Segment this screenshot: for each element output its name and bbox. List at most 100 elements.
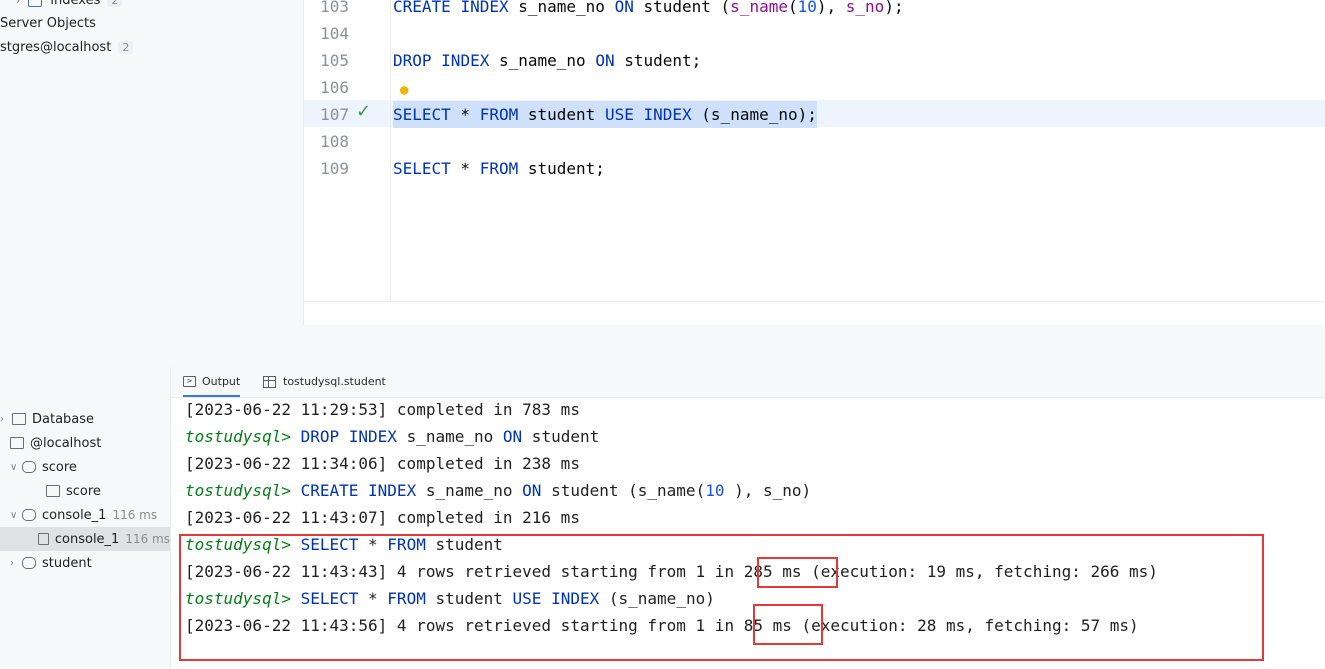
sql-editor[interactable]: 103 CREATE INDEX s_name_no ON student (s_… <box>304 0 1325 302</box>
session-icon <box>22 461 36 473</box>
editor-line[interactable]: 104 <box>304 20 1325 47</box>
keyword-token: DROP <box>300 427 340 446</box>
code-token: * <box>450 159 480 178</box>
code-token: student; <box>518 159 605 178</box>
services-tree-node[interactable]: score <box>0 479 170 503</box>
keyword-token: INDEX <box>348 427 397 446</box>
code-token: student (s_name( <box>541 481 706 500</box>
tree-node-label: console_1 <box>54 531 120 547</box>
terminal-icon: > <box>183 375 196 387</box>
console-command-line: tostudysql> DROP INDEX s_name_no ON stud… <box>185 425 599 449</box>
tab-table-student[interactable]: tostudysql.student <box>263 367 386 396</box>
code-text: SELECT * FROM student USE INDEX (s_name_… <box>393 101 817 128</box>
editor-line[interactable]: 108 <box>304 128 1325 155</box>
services-tree-node[interactable]: ∨ console_1 116 ms <box>0 503 170 527</box>
tab-output[interactable]: > Output <box>183 367 241 397</box>
tree-node-server-objects[interactable]: Server Objects <box>0 16 96 31</box>
output-console[interactable]: [2023-06-22 11:29:53] completed in 783 m… <box>171 398 1325 669</box>
execution-time: 116 ms <box>112 508 158 522</box>
num-token: 10 <box>797 0 817 16</box>
keyword-token: ON <box>522 481 542 500</box>
code-token: ), <box>816 0 846 16</box>
code-token: s_name_no <box>416 481 523 500</box>
highlight-box-85ms <box>753 604 823 645</box>
services-tree-node[interactable]: › student <box>0 551 170 575</box>
keyword-token: INDEX <box>368 481 417 500</box>
keyword-token: FROM <box>479 105 519 124</box>
code-token: student <box>518 105 605 124</box>
keyword-token: USE <box>604 105 634 124</box>
services-tree-node[interactable]: ∨ score <box>0 455 170 479</box>
editor-line[interactable]: 103 CREATE INDEX s_name_no ON student (s_… <box>304 0 1325 20</box>
editor-line[interactable]: 107 SELECT * FROM student USE INDEX (s_na… <box>304 101 1325 128</box>
code-token: student ( <box>633 0 731 16</box>
line-number: 105 <box>320 51 349 70</box>
editor-line[interactable]: 106 <box>304 74 1325 101</box>
keyword-token: FROM <box>479 159 519 178</box>
folder-icon <box>28 0 43 7</box>
services-tree-node[interactable]: › Database <box>0 407 170 431</box>
keyword-token: CREATE <box>393 0 451 16</box>
datasource-icon <box>10 437 24 449</box>
code-text: DROP INDEX s_name_no ON student; <box>393 47 701 74</box>
line-number: 109 <box>320 159 349 178</box>
code-token: ); <box>884 0 904 16</box>
code-text: CREATE INDEX s_name_no ON student (s_nam… <box>393 0 904 20</box>
chevron-right-icon[interactable]: › <box>10 558 22 569</box>
tab-bar: > Output tostudysql.student <box>171 367 1325 398</box>
session-icon <box>22 509 36 521</box>
editor-line[interactable]: 105 DROP INDEX s_name_no ON student; <box>304 47 1325 74</box>
line-number: 108 <box>320 132 349 151</box>
tree-node-label: indexes <box>50 0 101 8</box>
console-command-line: tostudysql> CREATE INDEX s_name_no ON st… <box>185 479 811 503</box>
keyword-token: SELECT <box>393 105 451 124</box>
keyword-token: SELECT <box>393 159 451 178</box>
table-icon <box>263 375 276 388</box>
tab-label: Output <box>202 374 241 388</box>
services-tree-node[interactable]: @localhost <box>0 431 170 455</box>
code-token: ( <box>787 0 798 16</box>
line-number: 107 <box>320 105 349 124</box>
count-badge: 2 <box>118 41 134 54</box>
tree-node-label: @localhost <box>30 435 102 451</box>
console-log-line: [2023-06-22 11:34:06] completed in 238 m… <box>185 454 580 473</box>
tree-node-label: score <box>66 483 101 499</box>
console-prompt: tostudysql> <box>185 427 301 446</box>
line-number: 103 <box>320 0 349 16</box>
editor-line[interactable]: 109 SELECT * FROM student; <box>304 155 1325 182</box>
services-header <box>0 325 1325 367</box>
tree-node-indexes[interactable]: › indexes 2 <box>16 0 123 8</box>
chevron-down-icon[interactable]: ∨ <box>10 462 22 473</box>
database-icon <box>12 413 26 425</box>
code-token: s_name_no <box>508 0 615 16</box>
tree-node-postgres-localhost[interactable]: stgres@localhost 2 <box>0 40 134 55</box>
keyword-token: DROP <box>393 51 432 70</box>
tree-node-label: student <box>42 555 92 571</box>
keyword-token: INDEX <box>460 0 509 16</box>
chevron-down-icon[interactable]: ∨ <box>10 510 22 521</box>
table-icon <box>46 485 60 497</box>
code-text: SELECT * FROM student; <box>393 155 605 182</box>
lightbulb-icon[interactable]: ● <box>400 82 408 98</box>
code-token: (s_name_no); <box>691 105 817 124</box>
code-token: s_name_no <box>396 427 503 446</box>
code-token: student; <box>614 51 702 70</box>
tab-label: tostudysql.student <box>283 375 386 388</box>
services-tree-node[interactable]: console_1 116 ms <box>0 527 170 551</box>
highlight-box-285ms <box>757 557 838 588</box>
chevron-right-icon[interactable]: › <box>0 414 12 425</box>
highlight-box-results <box>179 534 1264 661</box>
console-prompt: tostudysql> <box>185 481 301 500</box>
tree-node-label: console_1 <box>42 507 107 523</box>
code-token: student <box>522 427 600 446</box>
fn-token: s_name <box>730 0 788 16</box>
keyword-token: INDEX <box>643 105 692 124</box>
code-token: ), s_no) <box>724 481 812 500</box>
tree-node-label: score <box>42 459 77 475</box>
tree-node-label: stgres@localhost <box>0 40 112 55</box>
keyword-token: ON <box>502 427 523 446</box>
chevron-right-icon[interactable]: › <box>16 0 20 7</box>
